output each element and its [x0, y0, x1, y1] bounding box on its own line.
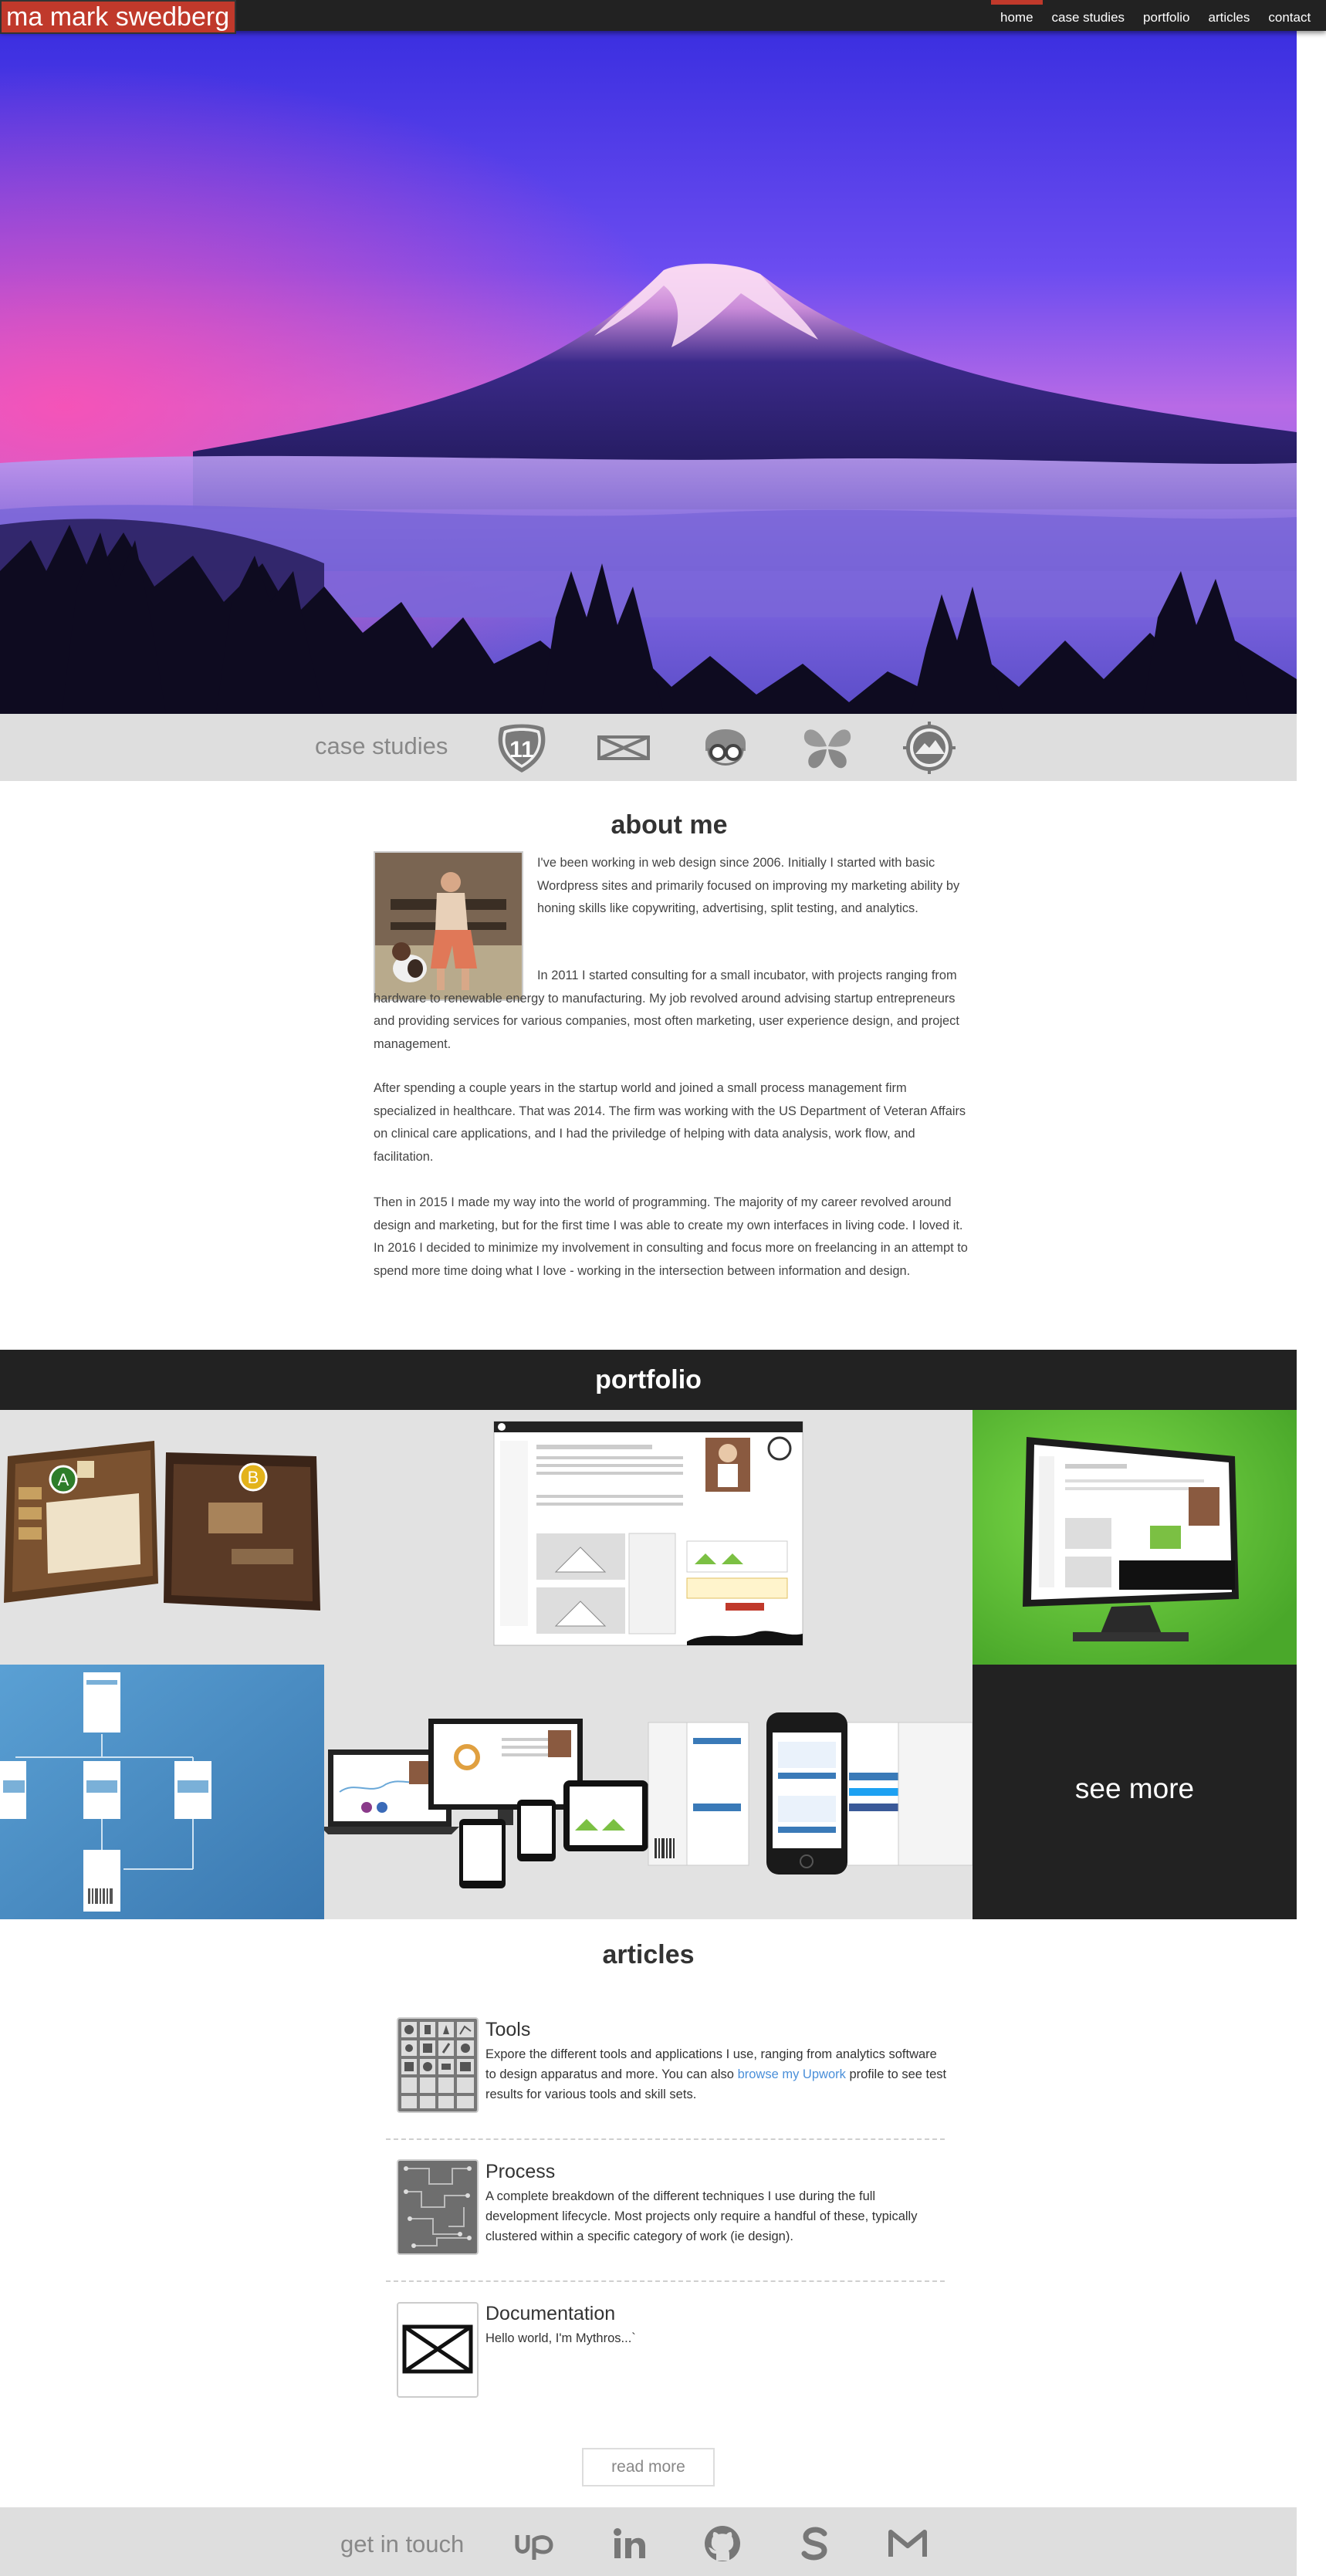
- github-icon[interactable]: [701, 2524, 744, 2563]
- read-more-button[interactable]: read more: [582, 2448, 715, 2486]
- about-paragraph-2: In 2011 I started consulting for a small…: [374, 969, 959, 1051]
- svg-text:11: 11: [509, 737, 534, 762]
- portfolio-tile-sitemap[interactable]: [0, 1665, 324, 1919]
- article-process-description: A complete breakdown of the different te…: [485, 2189, 918, 2243]
- top-navbar: ma mark swedberg home case studies portf…: [0, 0, 1326, 34]
- portfolio-title: portfolio: [595, 1365, 702, 1394]
- articles-title: articles: [602, 1940, 695, 1969]
- nav-case-studies[interactable]: case studies: [1043, 0, 1135, 31]
- gmail-icon[interactable]: [886, 2524, 929, 2563]
- article-documentation-thumbnail[interactable]: [397, 2302, 479, 2398]
- brand-prefix: ma: [6, 2, 43, 32]
- article-divider: [386, 2138, 945, 2140]
- article-process-thumbnail[interactable]: [397, 2159, 479, 2255]
- see-more-label: see more: [1074, 1773, 1195, 1804]
- brand-logo[interactable]: ma mark swedberg: [0, 0, 236, 34]
- nav-articles[interactable]: articles: [1199, 0, 1260, 31]
- upwork-icon[interactable]: [512, 2524, 556, 2563]
- about-paragraph-4: Then in 2015 I made my way into the worl…: [374, 1195, 968, 1278]
- portfolio-tile-chess-site[interactable]: A B: [0, 1410, 324, 1665]
- linkedin-icon[interactable]: [608, 2524, 651, 2563]
- portfolio-badge-a: A: [58, 1470, 69, 1489]
- about-paragraph-3: After spending a couple years in the sta…: [374, 1081, 966, 1164]
- bowtie-icon[interactable]: [596, 720, 651, 776]
- upwork-profile-link[interactable]: browse my Upwork: [738, 2067, 846, 2081]
- portfolio-header: portfolio: [0, 1350, 1297, 1410]
- butterfly-icon[interactable]: [800, 720, 855, 776]
- article-tools-description: Expore the different tools and applicati…: [485, 2044, 949, 2104]
- nav-links: home case studies portfolio articles con…: [991, 0, 1320, 31]
- about-paragraph-1: I've been working in web design since 20…: [537, 856, 960, 916]
- article-divider: [386, 2280, 945, 2282]
- article-process-title[interactable]: Process: [485, 2161, 555, 2183]
- route-11-shield-icon[interactable]: 11: [494, 720, 550, 776]
- hero-mountain-image: [0, 31, 1297, 714]
- article-tools-thumbnail[interactable]: [397, 2017, 479, 2113]
- portfolio-see-more-tile[interactable]: see more: [973, 1665, 1297, 1919]
- mountain-compass-icon[interactable]: [901, 720, 957, 776]
- case-studies-title: case studies: [315, 732, 448, 759]
- nav-contact[interactable]: contact: [1259, 0, 1320, 31]
- article-documentation-description: Hello world, I'm Mythros...`: [485, 2331, 636, 2345]
- portfolio-tile-monitor[interactable]: [973, 1410, 1297, 1665]
- glasses-character-icon[interactable]: [698, 720, 753, 776]
- case-studies-strip: case studies 11: [0, 714, 1297, 781]
- skype-icon[interactable]: [793, 2524, 837, 2563]
- brand-name: mark swedberg: [49, 2, 230, 32]
- nav-portfolio[interactable]: portfolio: [1134, 0, 1199, 31]
- about-title: about me: [611, 810, 728, 840]
- portfolio-badge-b: B: [248, 1468, 259, 1487]
- article-tools-title[interactable]: Tools: [485, 2019, 530, 2041]
- article-documentation-title[interactable]: Documentation: [485, 2303, 615, 2325]
- get-in-touch-title: get in touch: [340, 2530, 465, 2557]
- portfolio-tile-devices[interactable]: [324, 1665, 973, 1919]
- nav-home[interactable]: home: [991, 0, 1043, 31]
- portfolio-tile-baseball-app[interactable]: [324, 1410, 973, 1665]
- footer-contact-strip: get in touch: [0, 2507, 1297, 2576]
